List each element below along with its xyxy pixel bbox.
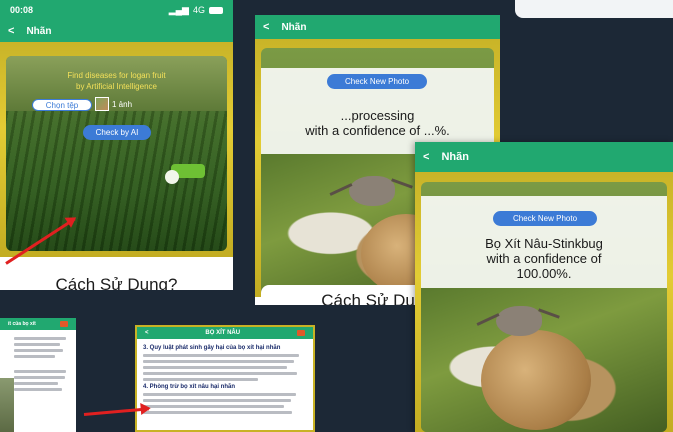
screenshot-article-screen: < BỌ XÍT NÂU 3. Quy luật phát sinh gây h… <box>135 325 315 432</box>
choose-file-label: Chọn tệp <box>45 100 79 110</box>
screenshot-article-left: ít của bọ xít <box>0 318 76 432</box>
result-line-2: with a confidence of <box>486 251 602 266</box>
processing-line-1: ...processing <box>340 108 415 123</box>
processing-line-2: with a confidence of ...%. <box>305 123 450 138</box>
status-bar: 00:08 ▂▄▆ 4G <box>0 0 233 20</box>
result-line-3: 100.00%. <box>516 266 572 281</box>
screenshot-top-right-strip <box>515 0 673 18</box>
back-button[interactable]: < <box>8 25 14 37</box>
check-by-ai-button[interactable]: Check by AI <box>83 125 151 140</box>
file-count: 1 ảnh <box>112 100 133 109</box>
result-overlay: Bọ Xít Nâu-Stinkbug with a confidence of… <box>421 196 667 288</box>
usage-card: Cách Sử Dụng? <box>0 257 233 290</box>
section-4-title: 4. Phòng trừ bọ xít nâu hại nhãn <box>143 384 236 390</box>
back-button[interactable]: < <box>423 151 429 163</box>
app-title: BỌ XÍT NÂU <box>205 330 241 336</box>
tractor-graphic <box>165 164 205 184</box>
app-title: Nhãn <box>441 151 469 163</box>
app-bar: < Nhãn <box>415 142 673 172</box>
home-icon[interactable] <box>297 330 305 336</box>
article-image <box>0 378 14 432</box>
stinkbug-graphic <box>496 306 542 336</box>
check-new-photo-label: Check New Photo <box>512 214 578 223</box>
check-new-photo-button[interactable]: Check New Photo <box>493 211 597 226</box>
back-button[interactable]: < <box>145 330 149 336</box>
check-by-ai-label: Check by AI <box>95 128 139 137</box>
app-title: Nhãn <box>26 25 52 37</box>
battery-icon <box>209 6 223 14</box>
headline-line-1: Find diseases for logan fruit <box>67 71 166 80</box>
longan-fruit <box>481 330 591 430</box>
app-bar: < Nhãn <box>0 20 233 42</box>
home-icon[interactable] <box>60 321 68 327</box>
section-3-title: 3. Quy luật phát sinh gây hại của bọ xít… <box>143 345 281 351</box>
app-title: Nhãn <box>281 21 307 33</box>
file-thumbnail-icon <box>95 97 109 111</box>
network-type: 4G <box>192 5 205 15</box>
app-title: ít của bọ xít <box>8 321 36 327</box>
headline: Find diseases for logan fruit by Artific… <box>0 70 233 92</box>
screenshot-main-screen: 00:08 ▂▄▆ 4G < Nhãn Find diseases for lo… <box>0 0 233 290</box>
headline-line-2: by Artificial Intelligence <box>76 82 157 91</box>
status-right: ▂▄▆ 4G <box>169 5 223 16</box>
stinkbug-graphic <box>349 176 395 206</box>
stinkbug-photo <box>421 288 667 432</box>
status-time: 00:08 <box>10 5 34 15</box>
check-new-photo-label: Check New Photo <box>344 77 410 86</box>
app-bar: < Nhãn <box>255 15 500 39</box>
screenshot-result-screen: < Nhãn Bọ Xít Nâu-Stinkbug with a confid… <box>415 142 673 432</box>
result-line-1: Bọ Xít Nâu-Stinkbug <box>485 236 603 251</box>
choose-file-button[interactable]: Chọn tệp <box>32 99 92 111</box>
check-new-photo-button[interactable]: Check New Photo <box>327 74 427 89</box>
usage-title: Cách Sử Dụng? <box>55 275 178 290</box>
article-body: 3. Quy luật phát sinh gây hại của bọ xít… <box>137 339 313 420</box>
back-button[interactable]: < <box>263 21 269 33</box>
signal-icon: ▂▄▆ <box>168 4 189 15</box>
app-bar: < BỌ XÍT NÂU <box>137 327 313 339</box>
app-bar: ít của bọ xít <box>0 318 76 330</box>
